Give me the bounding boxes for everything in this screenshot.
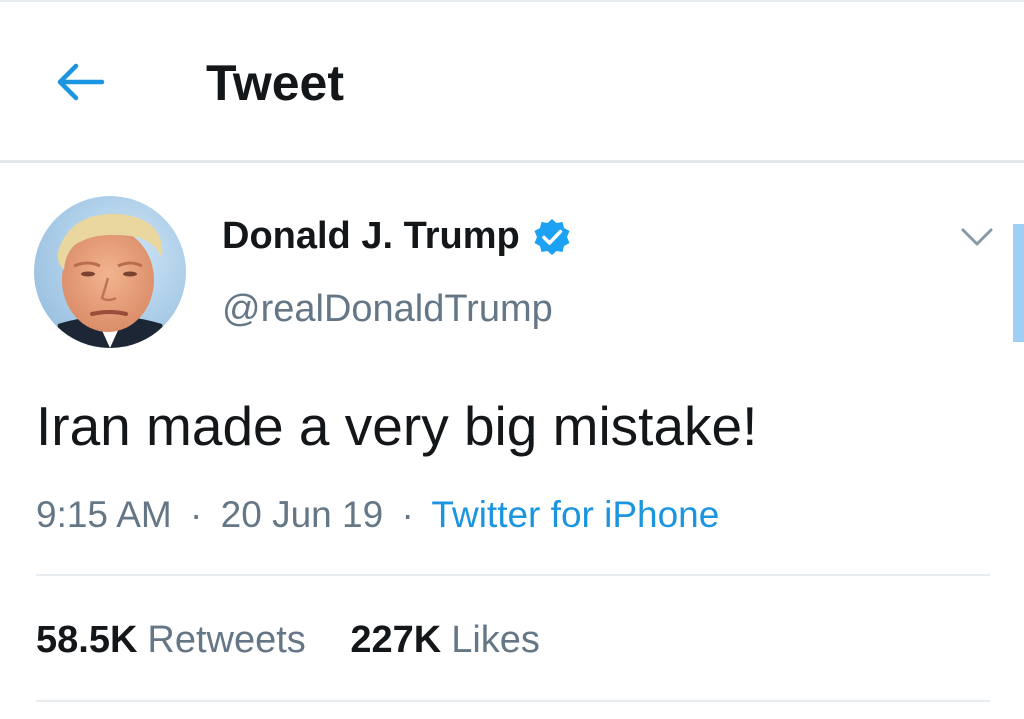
author-handle[interactable]: @realDonaldTrump: [222, 288, 553, 331]
header-divider: [0, 160, 1024, 163]
tweet-time: 9:15 AM: [36, 494, 172, 535]
author-name-text: Donald J. Trump: [222, 215, 520, 257]
tweet-stats: 58.5K Retweets 227K Likes: [36, 619, 540, 662]
tweet-meta: 9:15 AM · 20 Jun 19 · Twitter for iPhone: [36, 494, 719, 536]
page-title: Tweet: [206, 55, 344, 111]
meta-separator: ·: [401, 494, 414, 535]
more-options-button[interactable]: [955, 222, 999, 252]
back-button[interactable]: [52, 60, 108, 104]
author-name[interactable]: Donald J. Trump: [222, 215, 572, 258]
profile-photo: [34, 196, 186, 348]
retweets-stat[interactable]: 58.5K Retweets: [36, 619, 306, 662]
likes-label: Likes: [451, 619, 540, 661]
avatar[interactable]: [34, 196, 186, 348]
meta-separator: ·: [190, 494, 203, 535]
retweets-count: 58.5K: [36, 619, 138, 661]
chevron-down-icon: [961, 228, 993, 246]
tweet-date: 20 Jun 19: [220, 494, 384, 535]
app-header: Tweet: [0, 2, 1024, 160]
likes-count: 227K: [350, 619, 442, 661]
tweet-source-link[interactable]: Twitter for iPhone: [431, 494, 719, 535]
arrow-left-icon: [57, 63, 105, 101]
retweets-label: Retweets: [147, 619, 306, 661]
stats-top-divider: [36, 574, 990, 576]
tweet-text: Iran made a very big mistake!: [36, 395, 758, 457]
scroll-indicator[interactable]: [1013, 224, 1024, 342]
likes-stat[interactable]: 227K Likes: [350, 619, 540, 662]
verified-badge-icon: [532, 217, 572, 257]
stats-bottom-divider: [36, 700, 990, 702]
